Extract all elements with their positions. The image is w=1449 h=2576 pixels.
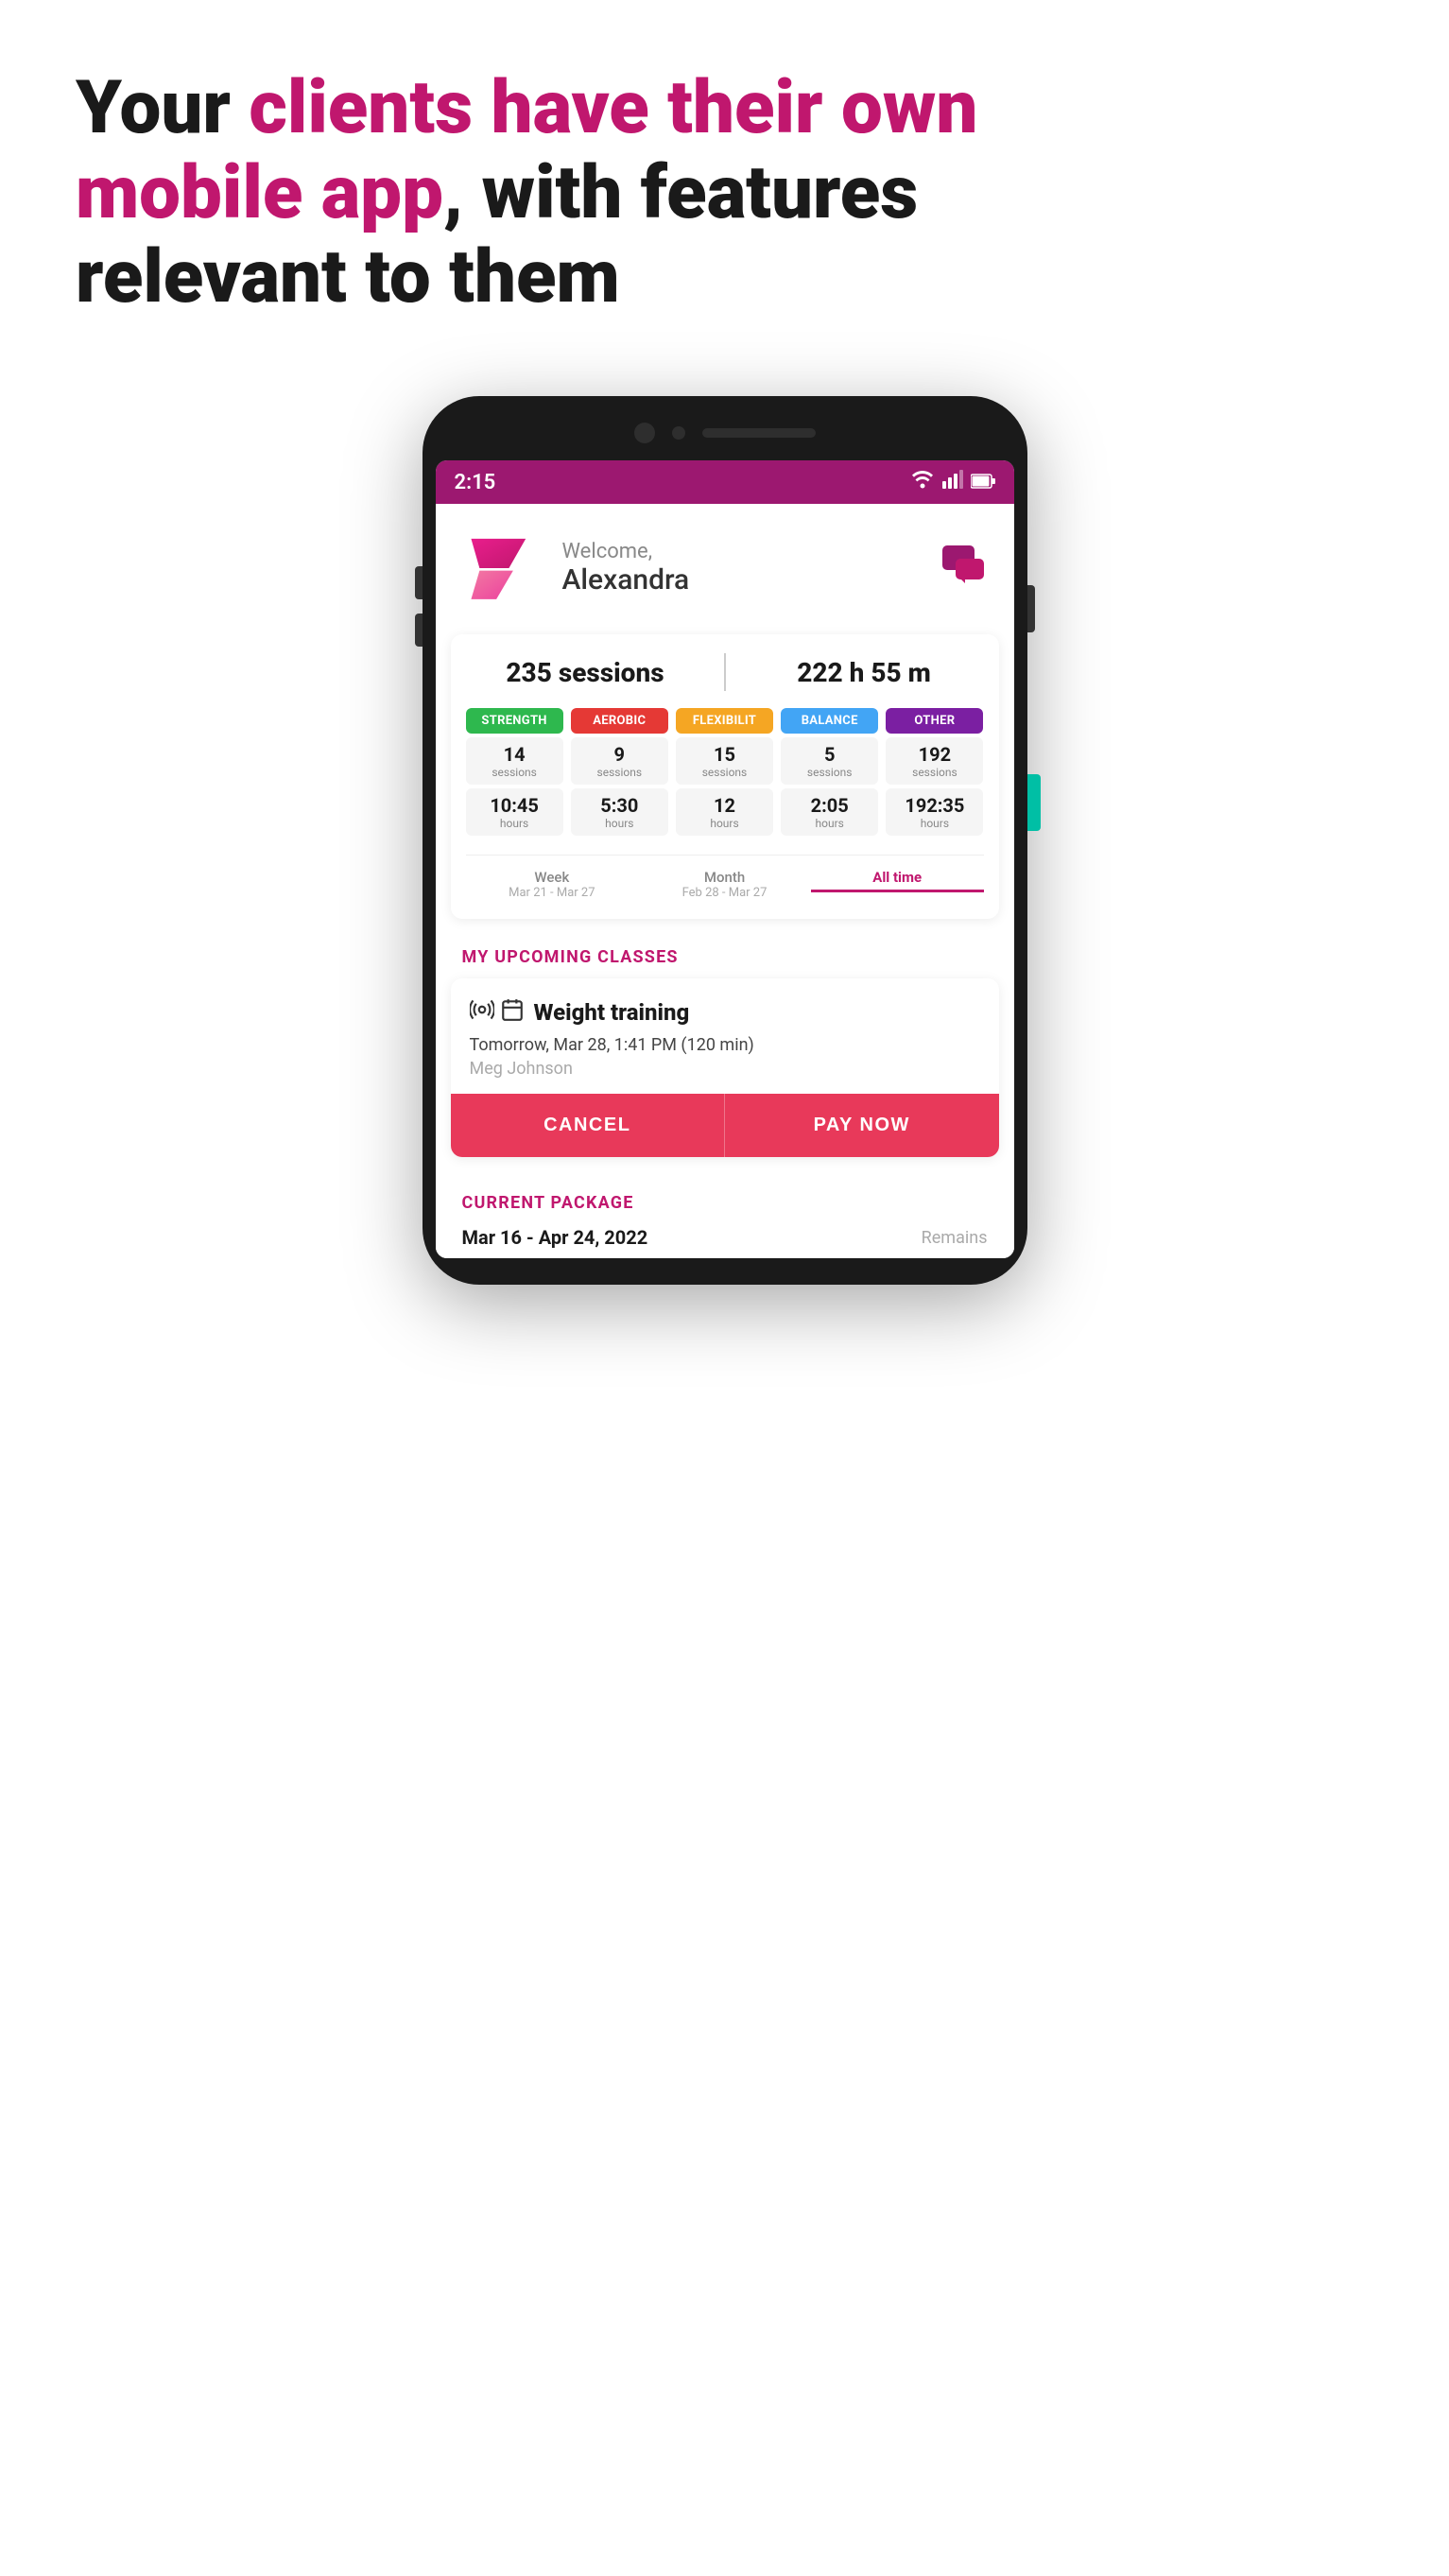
phone-wrapper: 2:15 xyxy=(0,358,1449,1341)
cast-icon xyxy=(470,997,494,1028)
package-dates: Mar 16 - Apr 24, 2022 xyxy=(462,1226,648,1249)
sensor-dot xyxy=(672,426,685,440)
power-button xyxy=(1027,585,1035,632)
battery-icon xyxy=(971,471,995,494)
time-tabs: Week Mar 21 - Mar 27 Month Feb 28 - Mar … xyxy=(466,855,984,900)
headline-highlight2: mobile app xyxy=(76,150,443,236)
other-sessions-value: 192 xyxy=(889,743,979,766)
total-hours-value: 222 h 55 m xyxy=(797,657,931,688)
other-badge: OTHER xyxy=(886,708,983,734)
signal-icon xyxy=(942,470,963,494)
tab-alltime[interactable]: All time xyxy=(811,869,984,892)
aerobic-sessions: 9 sessions xyxy=(571,737,668,785)
tab-week-label: Week xyxy=(466,869,639,886)
class-name: Weight training xyxy=(534,999,690,1026)
volume-down-button xyxy=(415,614,423,647)
aerobic-badge: AEROBIC xyxy=(571,708,668,734)
headline: Your clients have their own mobile app, … xyxy=(76,66,1373,320)
accent-bar xyxy=(1027,774,1041,831)
tab-month-range: Feb 28 - Mar 27 xyxy=(638,886,811,900)
flexibility-sessions: 15 sessions xyxy=(676,737,773,785)
headline-normal2: , with features xyxy=(443,150,918,236)
flexibility-hours-value: 12 xyxy=(680,794,769,817)
chat-icon-button[interactable] xyxy=(939,542,988,595)
category-flexibility: FLEXIBILIT 15 sessions 12 hours xyxy=(676,708,773,836)
welcome-label: Welcome, xyxy=(562,540,690,563)
balance-hours-value: 2:05 xyxy=(785,794,874,817)
class-time: Tomorrow, Mar 28, 1:41 PM (120 min) xyxy=(470,1035,980,1055)
stats-card: 235 sessions 222 h 55 m STRENGTH xyxy=(451,634,999,919)
phone-screen: 2:15 xyxy=(436,460,1014,1258)
tab-week[interactable]: Week Mar 21 - Mar 27 xyxy=(466,869,639,900)
page-header: Your clients have their own mobile app, … xyxy=(0,0,1449,358)
app-content: Welcome, Alexandra xyxy=(436,504,1014,1258)
category-strength: STRENGTH 14 sessions 10:45 hours xyxy=(466,708,563,836)
balance-badge: BALANCE xyxy=(781,708,878,734)
stats-totals: 235 sessions 222 h 55 m xyxy=(466,653,984,691)
headline-line3: relevant to them xyxy=(76,234,620,320)
balance-hours: 2:05 hours xyxy=(781,788,878,836)
headline-your: Your xyxy=(76,65,249,151)
welcome-text: Welcome, Alexandra xyxy=(562,540,690,596)
stats-divider xyxy=(724,653,726,691)
strength-hours: 10:45 hours xyxy=(466,788,563,836)
strength-hours-value: 10:45 xyxy=(470,794,560,817)
cancel-button[interactable]: CANCEL xyxy=(451,1094,726,1157)
status-bar: 2:15 xyxy=(436,460,1014,504)
category-aerobic: AEROBIC 9 sessions 5:30 hours xyxy=(571,708,668,836)
phone-top-bar xyxy=(436,423,1014,460)
package-dates-row: Mar 16 - Apr 24, 2022 Remains xyxy=(462,1226,988,1249)
balance-sessions-value: 5 xyxy=(785,743,874,766)
headline-highlight1: clients have their own xyxy=(249,65,977,151)
class-title-row: Weight training xyxy=(470,997,980,1028)
class-actions: CANCEL PAY NOW xyxy=(451,1094,999,1157)
tab-month[interactable]: Month Feb 28 - Mar 27 xyxy=(638,869,811,900)
logo-area: Welcome, Alexandra xyxy=(462,530,690,606)
balance-sessions: 5 sessions xyxy=(781,737,878,785)
package-section-label: CURRENT PACKAGE xyxy=(462,1193,988,1213)
tab-week-range: Mar 21 - Mar 27 xyxy=(466,886,639,900)
pay-now-button[interactable]: PAY NOW xyxy=(725,1094,999,1157)
aerobic-sessions-value: 9 xyxy=(575,743,664,766)
total-sessions: 235 sessions xyxy=(466,657,705,688)
total-sessions-value: 235 sessions xyxy=(506,657,664,688)
other-hours-value: 192:35 xyxy=(889,794,979,817)
speaker xyxy=(702,428,816,438)
app-logo xyxy=(462,530,547,606)
category-balance: BALANCE 5 sessions 2:05 hours xyxy=(781,708,878,836)
app-header: Welcome, Alexandra xyxy=(436,504,1014,625)
phone-device: 2:15 xyxy=(423,396,1027,1285)
class-instructor: Meg Johnson xyxy=(470,1059,980,1079)
other-hours: 192:35 hours xyxy=(886,788,983,836)
welcome-name: Alexandra xyxy=(562,563,690,596)
aerobic-hours-value: 5:30 xyxy=(575,794,664,817)
strength-sessions-value: 14 xyxy=(470,743,560,766)
total-hours: 222 h 55 m xyxy=(745,657,984,688)
category-grid: STRENGTH 14 sessions 10:45 hours xyxy=(466,708,984,836)
package-section: CURRENT PACKAGE Mar 16 - Apr 24, 2022 Re… xyxy=(436,1172,1014,1258)
flexibility-sessions-value: 15 xyxy=(680,743,769,766)
category-other: OTHER 192 sessions 192:35 hours xyxy=(886,708,983,836)
aerobic-hours: 5:30 hours xyxy=(571,788,668,836)
upcoming-classes-label: MY UPCOMING CLASSES xyxy=(436,938,1014,978)
class-card: Weight training Tomorrow, Mar 28, 1:41 P… xyxy=(451,978,999,1157)
package-remains: Remains xyxy=(922,1228,988,1248)
class-icons xyxy=(470,997,525,1028)
tab-alltime-label: All time xyxy=(811,869,984,892)
flexibility-badge: FLEXIBILIT xyxy=(676,708,773,734)
other-sessions: 192 sessions xyxy=(886,737,983,785)
flexibility-hours: 12 hours xyxy=(676,788,773,836)
strength-badge: STRENGTH xyxy=(466,708,563,734)
wifi-icon xyxy=(910,470,935,494)
calendar-icon xyxy=(500,997,525,1028)
tab-month-label: Month xyxy=(638,869,811,886)
front-camera xyxy=(634,423,655,443)
status-time: 2:15 xyxy=(455,471,496,494)
volume-up-button xyxy=(415,566,423,599)
status-icons xyxy=(910,470,995,494)
strength-sessions: 14 sessions xyxy=(466,737,563,785)
